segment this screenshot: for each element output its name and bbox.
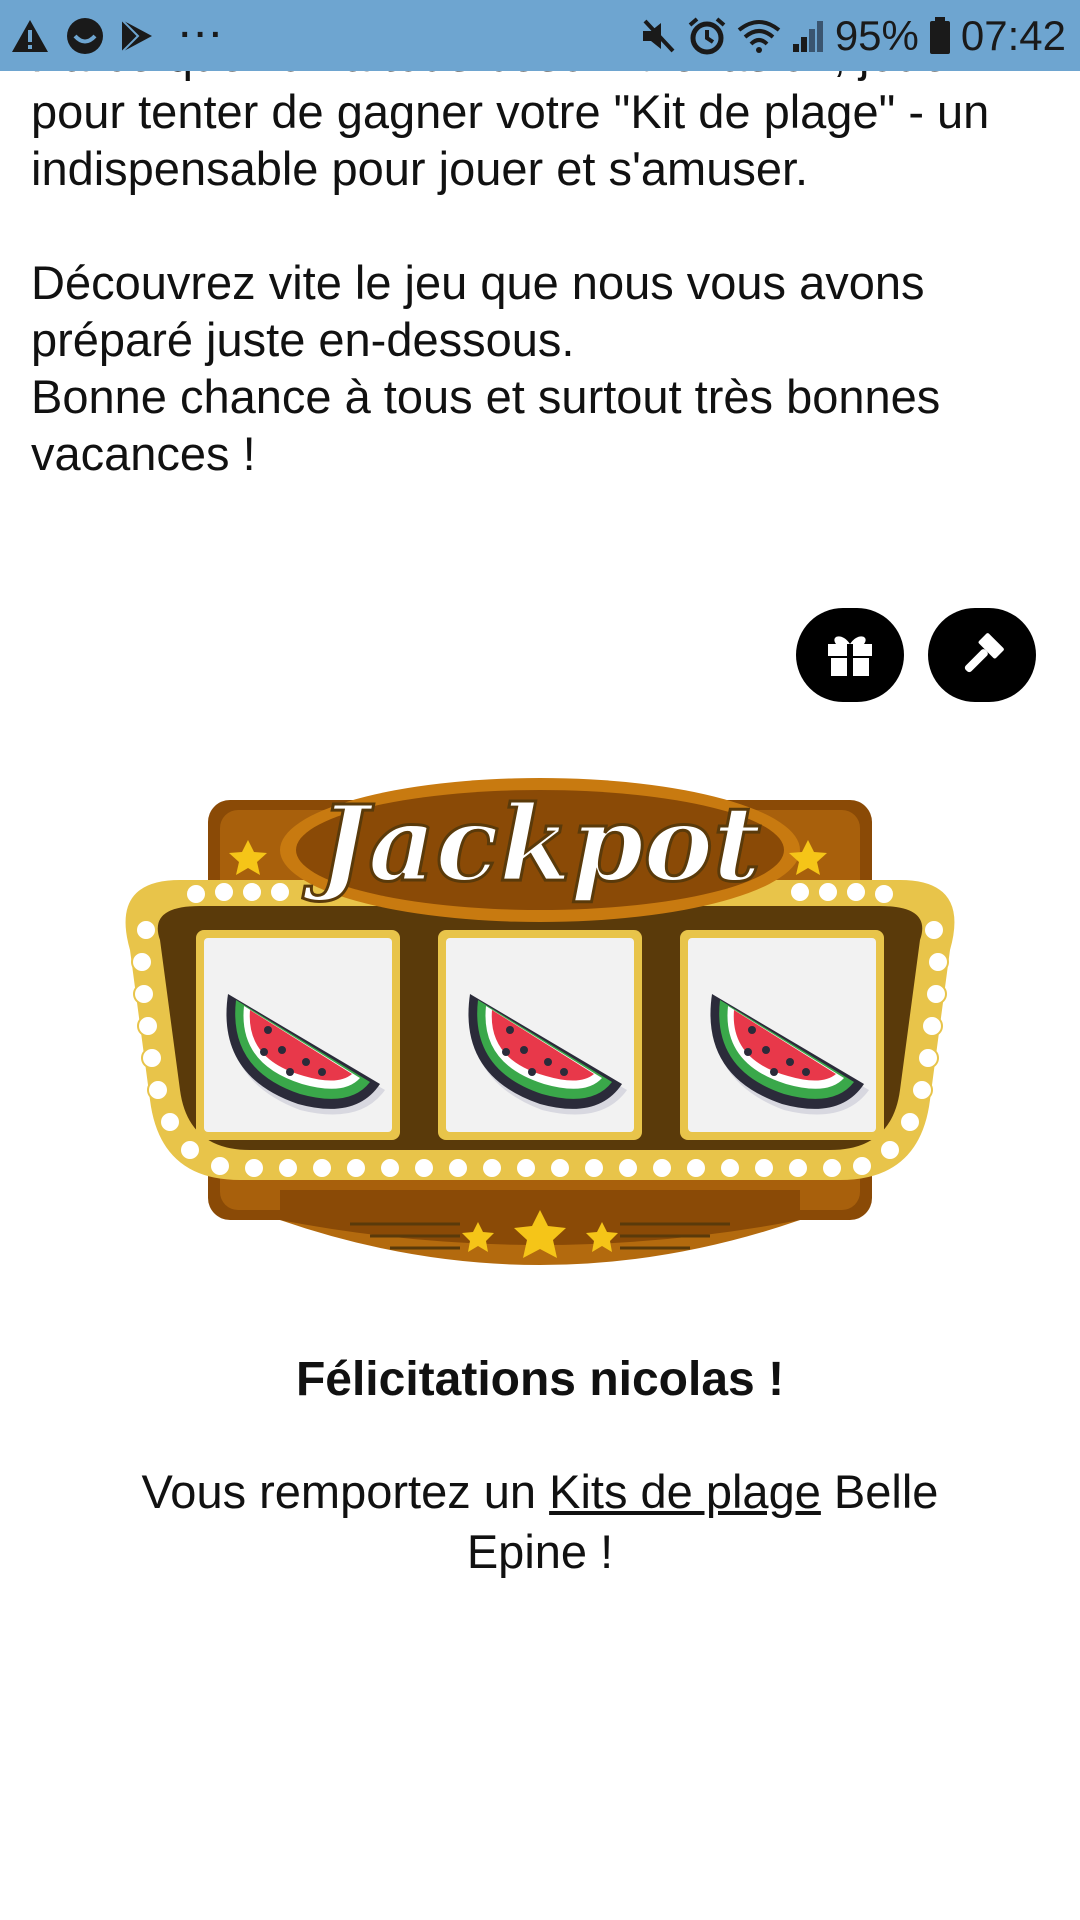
intro-line: Découvrez vite le jeu que nous vous avon… — [31, 256, 925, 309]
congrats-heading: Félicitations nicolas ! — [295, 1353, 785, 1406]
wifi-icon — [737, 19, 781, 53]
warning-icon — [12, 19, 48, 52]
intro-line: indispensable pour jouer et s'amuser. — [31, 142, 809, 195]
mute-icon — [642, 19, 675, 52]
jackpot-machine: Jackpot — [125, 778, 955, 1265]
intro-line: Bonne chance à tous et surtout très bonn… — [31, 370, 941, 423]
battery-percentage: 95% — [834, 11, 919, 59]
intro-line: pour tenter de gagner votre "Kit de plag… — [31, 85, 990, 138]
gavel-button[interactable] — [928, 608, 1036, 702]
gift-button[interactable] — [796, 608, 904, 702]
intro-line: vacances ! — [31, 427, 256, 480]
more-dots-icon: ··· — [180, 16, 226, 54]
gift-icon — [828, 636, 872, 676]
intro-line: préparé juste en-dessous. — [31, 313, 575, 366]
intro-text: Parce que l'on a tous besoin d'évasion, … — [31, 26, 1041, 482]
jackpot-title: Jackpot — [302, 782, 761, 905]
gavel-icon — [964, 633, 1004, 673]
alarm-icon — [688, 16, 726, 54]
clock: 07:42 — [960, 11, 1066, 59]
play-store-icon — [121, 18, 152, 53]
result-message: Vous remportez un Kits de plage Belle Ep… — [120, 1462, 960, 1582]
battery-icon — [929, 16, 950, 54]
status-bar: ··· 95% 07:42 — [0, 0, 1080, 71]
result-prefix: Vous remportez un — [141, 1465, 550, 1518]
smiley-app-icon — [67, 17, 103, 54]
signal-icon — [792, 20, 823, 52]
prize-link[interactable]: Kits de plage — [549, 1465, 821, 1518]
